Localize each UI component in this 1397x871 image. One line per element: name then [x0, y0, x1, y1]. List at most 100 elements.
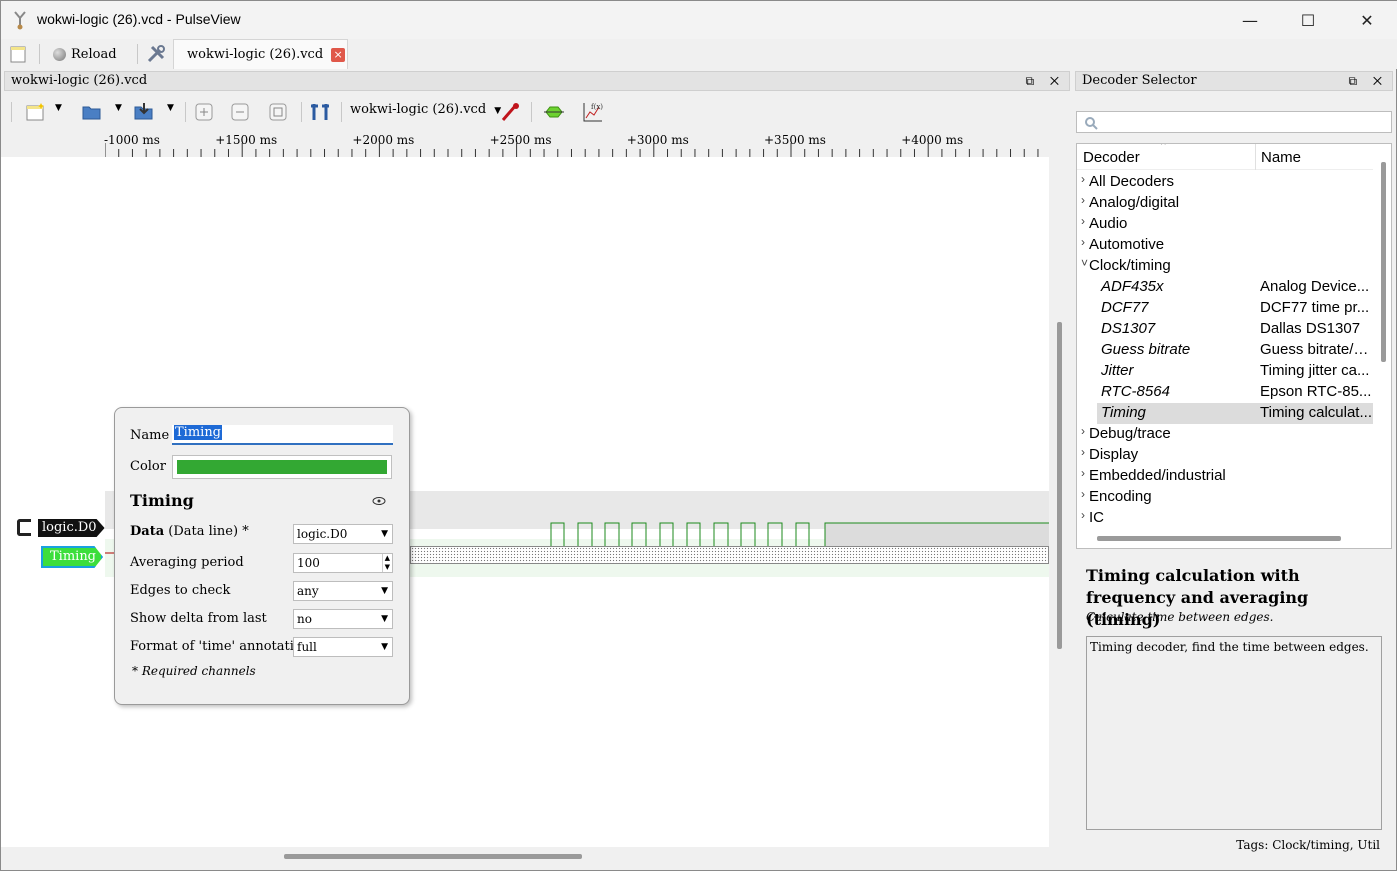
decoder-item-selected[interactable]: Timing Timing calculat...: [1097, 403, 1373, 424]
tree-category-row[interactable]: › IC: [1077, 508, 1373, 529]
chevron-down-icon: ˅: [1081, 256, 1089, 270]
horizontal-scrollbar[interactable]: [105, 847, 1050, 867]
signal-label-logic-d0[interactable]: logic.D0: [38, 519, 105, 537]
tree-category-row[interactable]: › Analog/digital: [1077, 193, 1373, 214]
decoder-item[interactable]: DS1307 Dallas DS1307: [1077, 319, 1373, 340]
channel-drag-handle-icon[interactable]: [17, 519, 31, 536]
horizontal-scroll-thumb[interactable]: [284, 854, 582, 859]
tab-label: wokwi-logic (26).vcd: [187, 47, 324, 62]
settings-tools-icon[interactable]: [146, 44, 166, 64]
new-session-icon[interactable]: [9, 45, 27, 63]
required-channels-note: * Required channels: [132, 664, 256, 678]
chevron-down-icon[interactable]: ▼: [55, 103, 62, 113]
tree-category-row[interactable]: › Embedded/industrial: [1077, 466, 1373, 487]
reload-icon: [53, 47, 66, 61]
tree-category-row-expanded[interactable]: ˅ Clock/timing: [1077, 256, 1373, 277]
column-header-decoder[interactable]: Decoder: [1083, 149, 1140, 166]
minimize-button[interactable]: —: [1221, 1, 1279, 39]
tab-close-icon[interactable]: ×: [331, 47, 346, 62]
chevron-down-icon[interactable]: ▼: [115, 103, 122, 113]
averaging-period-value: 100: [297, 556, 320, 570]
decoder-name: Epson RTC-85...: [1260, 383, 1372, 400]
data-channel-label: Data (Data line) *: [130, 524, 249, 539]
vertical-scrollbar[interactable]: [1054, 157, 1064, 847]
show-delta-value: no: [297, 612, 312, 626]
vertical-scroll-thumb[interactable]: [1057, 322, 1062, 649]
view-dock-header: wokwi-logic (26).vcd ⧉ ✕: [4, 71, 1070, 91]
new-view-icon[interactable]: [25, 101, 47, 123]
column-header-name[interactable]: Name: [1261, 149, 1301, 166]
zoom-in-icon[interactable]: [193, 101, 215, 123]
add-math-signal-icon[interactable]: f(x): [581, 101, 603, 123]
category-label: Clock/timing: [1089, 257, 1171, 274]
averaging-period-spinbox[interactable]: 100 ▲ ▼: [293, 553, 393, 573]
maximize-button[interactable]: ☐: [1279, 1, 1337, 39]
probe-icon[interactable]: [499, 101, 521, 123]
time-format-label: Format of 'time' annotation: [130, 639, 311, 654]
zoom-fit-icon[interactable]: [267, 101, 289, 123]
open-folder-icon[interactable]: [81, 101, 103, 123]
decoder-search-input[interactable]: [1076, 111, 1392, 133]
name-input-value: Timing: [174, 425, 223, 440]
decoder-item[interactable]: Jitter Timing jitter ca...: [1077, 361, 1373, 382]
chevron-right-icon: ›: [1081, 424, 1085, 438]
device-file-selector[interactable]: wokwi-logic (26).vcd ▼: [350, 102, 501, 117]
search-icon: [1085, 117, 1098, 130]
decoder-name: Analog Device...: [1260, 278, 1370, 295]
timing-annotation-bar[interactable]: [410, 546, 1049, 564]
view-dock-float-close-buttons[interactable]: ⧉ ✕: [1025, 72, 1065, 90]
tree-category-row[interactable]: › Encoding: [1077, 487, 1373, 508]
cursors-icon[interactable]: [309, 101, 331, 123]
chevron-down-icon: ▼: [381, 529, 388, 539]
edges-to-check-select[interactable]: any ▼: [293, 581, 393, 601]
tree-vertical-scroll-thumb[interactable]: [1381, 162, 1386, 362]
tab-session[interactable]: wokwi-logic (26).vcd ×: [173, 39, 348, 69]
decoder-id: DCF77: [1101, 299, 1149, 316]
category-label: IC: [1089, 509, 1104, 526]
show-delta-label: Show delta from last: [130, 611, 267, 626]
sort-ascending-icon: ^: [1161, 143, 1166, 151]
zoom-out-icon[interactable]: [229, 101, 251, 123]
tree-category-row[interactable]: › Debug/trace: [1077, 424, 1373, 445]
show-hide-eye-icon[interactable]: [371, 496, 387, 506]
save-icon[interactable]: [133, 101, 155, 123]
data-channel-select[interactable]: logic.D0 ▼: [293, 524, 393, 544]
time-ruler[interactable]: -1000 ms +1500 ms +2000 ms +2500 ms +3000 ms…: [104, 131, 1050, 157]
tree-category-row[interactable]: › Audio: [1077, 214, 1373, 235]
decoder-name: Timing calculat...: [1260, 404, 1372, 421]
add-decoder-icon[interactable]: [543, 101, 565, 123]
decoder-item[interactable]: Guess bitrate Guess bitrate/b...: [1077, 340, 1373, 361]
decoder-selector-title: Decoder Selector: [1082, 73, 1197, 88]
svg-text:f(x): f(x): [591, 103, 603, 111]
chevron-down-icon: ▼: [381, 614, 388, 624]
tree-category-row[interactable]: › Display: [1077, 445, 1373, 466]
tree-horizontal-scroll-thumb[interactable]: [1097, 536, 1341, 541]
toolbar-separator: [11, 102, 12, 122]
decoder-item[interactable]: DCF77 DCF77 time pr...: [1077, 298, 1373, 319]
data-channel-name: Data: [130, 524, 165, 539]
signal-label-timing[interactable]: Timing: [41, 546, 103, 568]
data-channel-value: logic.D0: [297, 527, 348, 541]
tree-category-row[interactable]: › Automotive: [1077, 235, 1373, 256]
decoder-id: Jitter: [1101, 362, 1134, 379]
toolbar-separator: [531, 102, 532, 122]
color-picker-button[interactable]: [172, 455, 392, 479]
time-format-select[interactable]: full ▼: [293, 637, 393, 657]
tree-category-row[interactable]: › All Decoders: [1077, 172, 1373, 193]
chevron-down-icon[interactable]: ▼: [167, 103, 174, 113]
color-field-label: Color: [130, 459, 166, 474]
name-input[interactable]: Timing: [172, 425, 393, 445]
decoder-tags: Tags: Clock/timing, Util: [1236, 838, 1380, 852]
decoder-dock-float-close-buttons[interactable]: ⧉ ✕: [1348, 72, 1388, 90]
close-window-button[interactable]: ✕: [1338, 1, 1396, 39]
decoder-item[interactable]: RTC-8564 Epson RTC-85...: [1077, 382, 1373, 403]
reload-button[interactable]: Reload: [53, 43, 117, 65]
decoder-item[interactable]: ADF435x Analog Device...: [1077, 277, 1373, 298]
spin-arrows-icon[interactable]: ▲ ▼: [381, 554, 390, 572]
name-field-label: Name: [130, 428, 170, 443]
pulseview-app-icon: [14, 11, 26, 30]
decoder-detail-subtitle: Calculate time between edges.: [1086, 610, 1274, 624]
decoder-id: DS1307: [1101, 320, 1156, 337]
decoder-name: DCF77 time pr...: [1260, 299, 1370, 316]
show-delta-select[interactable]: no ▼: [293, 609, 393, 629]
